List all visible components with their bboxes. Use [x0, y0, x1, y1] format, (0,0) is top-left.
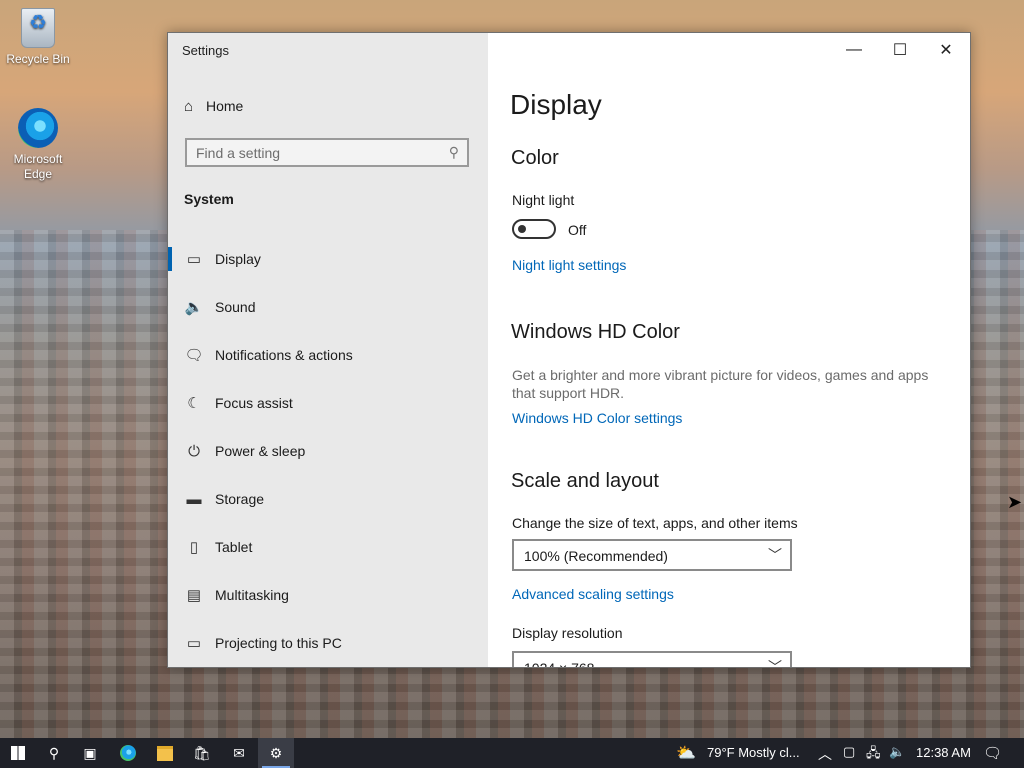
- scale-dropdown[interactable]: 100% (Recommended) ﹀: [512, 539, 792, 571]
- sidebar-item-label: Power & sleep: [215, 443, 306, 459]
- action-center-icon[interactable]: 🗨: [983, 744, 1002, 762]
- recycle-bin-label: Recycle Bin: [6, 52, 70, 66]
- sidebar-item-label: Multitasking: [215, 587, 289, 603]
- sidebar-item-multitasking[interactable]: ▤ Multitasking: [168, 571, 488, 619]
- settings-sidebar: Settings ⌂ Home ⚲ System ▭ Display 🔈 Sou…: [168, 33, 488, 667]
- monitor-icon: ▭: [186, 251, 202, 268]
- sidebar-item-projecting[interactable]: ▭ Projecting to this PC: [168, 619, 488, 667]
- task-view-icon: ▣: [83, 744, 97, 761]
- close-button[interactable]: ✕: [923, 33, 969, 67]
- windows-logo-icon: [11, 746, 25, 760]
- sidebar-item-tablet[interactable]: ▯ Tablet: [168, 523, 488, 571]
- store-icon: 🛍: [193, 744, 211, 761]
- nav-home-label: Home: [206, 98, 244, 114]
- mouse-cursor-icon: ➤: [1007, 492, 1023, 512]
- maximize-button[interactable]: ☐: [877, 33, 923, 67]
- sidebar-item-label: Storage: [215, 491, 265, 507]
- notification-icon: 🗨: [184, 347, 204, 364]
- multitasking-icon: ▤: [186, 587, 202, 604]
- hdr-heading: Windows HD Color: [511, 321, 680, 343]
- search-taskbar-button[interactable]: ⚲: [36, 738, 72, 768]
- volume-icon[interactable]: 🔈: [889, 744, 905, 760]
- storage-icon: ▬: [186, 490, 202, 508]
- night-light-state: Off: [568, 222, 587, 238]
- task-view-button[interactable]: ▣: [72, 738, 108, 768]
- clock[interactable]: 12:38 AM: [916, 745, 971, 760]
- weather-text[interactable]: 79°F Mostly cl...: [707, 745, 800, 760]
- speaker-icon: 🔈: [184, 299, 204, 316]
- recycle-bin-icon: [21, 8, 55, 48]
- search-icon[interactable]: ⚲: [449, 144, 459, 161]
- scale-heading: Scale and layout: [511, 470, 659, 492]
- night-light-settings-link[interactable]: Night light settings: [512, 257, 626, 273]
- resolution-label: Display resolution: [512, 625, 623, 641]
- start-button[interactable]: [0, 738, 36, 768]
- sidebar-item-label: Tablet: [215, 539, 253, 555]
- search-input[interactable]: [187, 140, 436, 165]
- scale-size-label: Change the size of text, apps, and other…: [512, 515, 798, 531]
- chevron-up-icon[interactable]: ︿: [818, 744, 832, 764]
- toggle-knob: [518, 225, 526, 233]
- folder-icon: [157, 745, 173, 761]
- edge-desktop-icon[interactable]: Microsoft Edge: [2, 108, 74, 182]
- network-icon[interactable]: 🖧: [866, 744, 881, 766]
- color-heading: Color: [511, 147, 559, 169]
- file-explorer-button[interactable]: [147, 738, 183, 768]
- settings-content: — ☐ ✕ Display Color Night light Off Nigh…: [488, 33, 970, 667]
- edge-icon: [18, 108, 58, 148]
- resolution-dropdown[interactable]: 1024 × 768 ﹀: [512, 651, 792, 668]
- chevron-down-icon: ﹀: [768, 547, 782, 563]
- recycle-bin-desktop-icon[interactable]: Recycle Bin: [2, 8, 74, 67]
- settings-taskbar-button[interactable]: ⚙: [258, 738, 294, 768]
- sidebar-item-focus-assist[interactable]: ☾ Focus assist: [168, 379, 488, 427]
- meet-now-icon[interactable]: ▢: [843, 744, 855, 760]
- sidebar-item-label: Projecting to this PC: [215, 635, 342, 651]
- nav-home[interactable]: ⌂ Home: [184, 95, 243, 117]
- mail-button[interactable]: ✉: [221, 738, 257, 768]
- edge-taskbar-button[interactable]: [110, 738, 146, 768]
- weather-icon: ⛅: [676, 745, 696, 762]
- nav-list: ▭ Display 🔈 Sound 🗨 Notifications & acti…: [168, 235, 488, 667]
- sidebar-item-power-sleep[interactable]: ⏻ Power & sleep: [168, 427, 488, 475]
- page-title: Display: [510, 89, 602, 120]
- sidebar-item-label: Display: [215, 251, 261, 267]
- window-title: Settings: [182, 43, 229, 58]
- search-icon: ⚲: [48, 744, 60, 761]
- sidebar-item-storage[interactable]: ▬ Storage: [168, 475, 488, 523]
- sidebar-item-display[interactable]: ▭ Display: [168, 235, 488, 283]
- edge-label: Microsoft Edge: [13, 152, 63, 181]
- hdr-description: Get a brighter and more vibrant picture …: [512, 367, 929, 401]
- projector-icon: ▭: [186, 635, 202, 652]
- sidebar-item-label: Focus assist: [215, 395, 293, 411]
- resolution-dropdown-value: 1024 × 768: [524, 660, 595, 668]
- night-light-label: Night light: [512, 192, 575, 208]
- minimize-button[interactable]: —: [831, 33, 877, 67]
- settings-window: Settings ⌂ Home ⚲ System ▭ Display 🔈 Sou…: [167, 32, 971, 668]
- sidebar-item-label: Notifications & actions: [215, 347, 353, 363]
- power-icon: ⏻: [188, 442, 200, 460]
- store-button[interactable]: 🛍: [184, 738, 220, 768]
- night-light-toggle[interactable]: [512, 219, 556, 239]
- gear-icon: ⚙: [269, 744, 283, 761]
- section-label-system: System: [184, 191, 234, 207]
- taskbar: ⚲ ▣ 🛍 ✉ ⚙ ⛅ 79°F Mostly cl... ︿ ▢ 🖧 🔈 12…: [0, 738, 1024, 768]
- chevron-down-icon: ﹀: [768, 659, 782, 668]
- edge-icon: [120, 745, 136, 761]
- hdr-settings-link[interactable]: Windows HD Color settings: [512, 410, 682, 426]
- mail-icon: ✉: [233, 744, 245, 761]
- home-icon: ⌂: [184, 97, 194, 115]
- sidebar-item-label: Sound: [215, 299, 256, 315]
- sidebar-item-sound[interactable]: 🔈 Sound: [168, 283, 488, 331]
- scale-dropdown-value: 100% (Recommended): [524, 548, 668, 564]
- advanced-scaling-link[interactable]: Advanced scaling settings: [512, 586, 674, 602]
- search-box: ⚲: [185, 138, 469, 167]
- sidebar-item-notifications[interactable]: 🗨 Notifications & actions: [168, 331, 488, 379]
- moon-icon: ☾: [187, 395, 201, 412]
- tablet-icon: ▯: [189, 539, 199, 556]
